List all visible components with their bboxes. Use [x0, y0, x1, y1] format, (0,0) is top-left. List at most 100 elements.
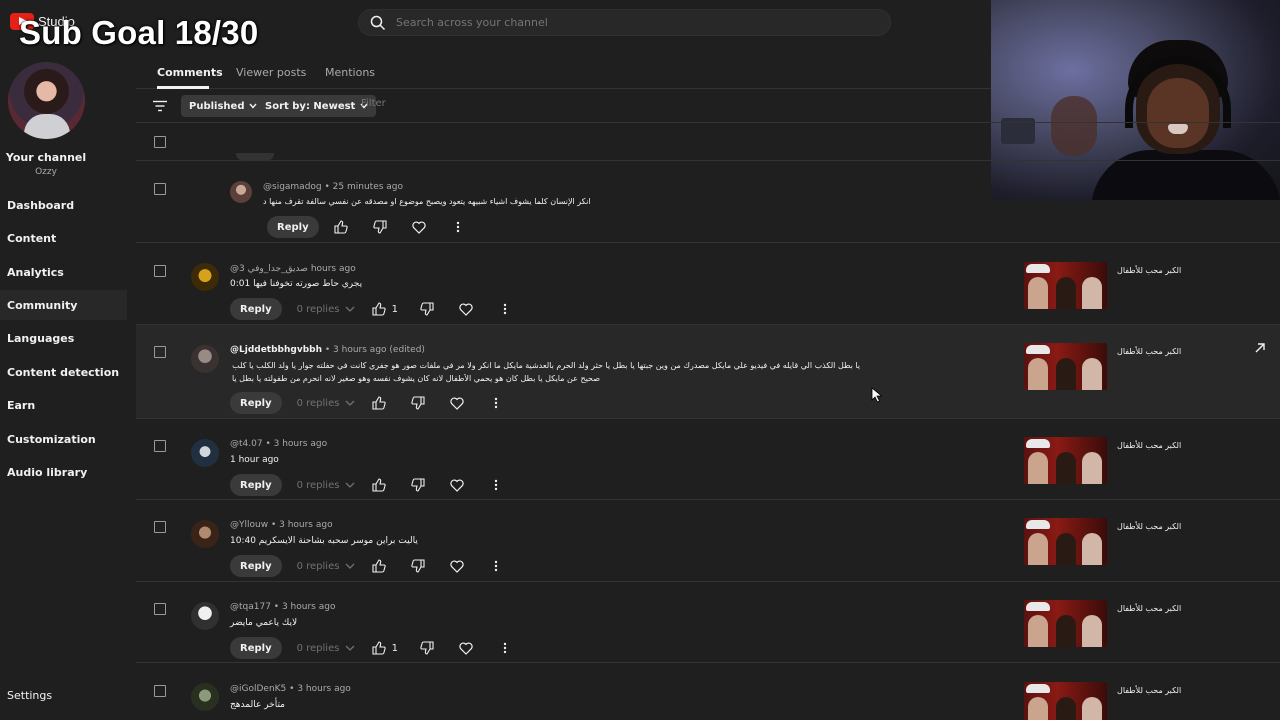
comment-checkbox[interactable]: [154, 183, 166, 195]
reply-button[interactable]: Reply: [230, 637, 282, 659]
heart-icon[interactable]: [446, 392, 468, 414]
more-vert-icon[interactable]: [494, 298, 516, 320]
comment-checkbox[interactable]: [154, 265, 166, 277]
sidebar-item-customization[interactable]: Customization: [0, 424, 127, 454]
tab-viewer-posts[interactable]: Viewer posts: [236, 66, 306, 79]
main-content: Comments Viewer posts Mentions Published…: [136, 48, 1280, 720]
comment-meta: @3 صديق_جدا_وفي hours ago: [230, 264, 356, 274]
commenter-avatar[interactable]: [191, 520, 219, 548]
commenter-avatar[interactable]: [191, 263, 219, 291]
sidebar-item-dashboard[interactable]: Dashboard: [0, 190, 127, 220]
open-external-icon[interactable]: [1254, 342, 1266, 354]
sidebar-item-audio-library[interactable]: Audio library: [0, 457, 127, 487]
heart-icon[interactable]: [455, 298, 477, 320]
reply-button[interactable]: Reply: [230, 555, 282, 577]
commenter-avatar[interactable]: [230, 181, 252, 203]
sidebar-item-earn[interactable]: Earn: [0, 390, 127, 420]
like-count: 1: [391, 642, 398, 654]
like-count: 1: [391, 303, 398, 315]
sidebar-item-languages[interactable]: Languages: [0, 323, 127, 353]
video-thumbnail[interactable]: [1024, 518, 1107, 565]
comment-checkbox[interactable]: [154, 685, 166, 697]
video-title[interactable]: الكبر محب للأطفال: [1117, 347, 1181, 356]
sidebar-item-settings[interactable]: Settings: [0, 680, 127, 710]
sidebar-item-content[interactable]: Content: [0, 223, 127, 253]
reply-button[interactable]: Reply: [267, 216, 319, 238]
video-thumbnail[interactable]: [1024, 262, 1107, 309]
comment-author[interactable]: @sigamadog: [263, 182, 322, 192]
commenter-avatar[interactable]: [191, 683, 219, 711]
replies-toggle[interactable]: 0 replies: [297, 304, 359, 315]
chevron-down-icon: [345, 482, 355, 488]
thumb-down-icon[interactable]: [407, 392, 429, 414]
video-thumbnail[interactable]: [1024, 437, 1107, 484]
heart-icon[interactable]: [455, 637, 477, 659]
filter-icon[interactable]: [153, 100, 167, 112]
comment-checkbox[interactable]: [154, 521, 166, 533]
thumb-up-icon[interactable]: [368, 298, 390, 320]
thumb-up-icon[interactable]: [368, 637, 390, 659]
reply-button[interactable]: Reply: [230, 392, 282, 414]
more-vert-icon[interactable]: [494, 637, 516, 659]
thumb-up-icon[interactable]: [368, 555, 390, 577]
reply-button[interactable]: Reply: [230, 474, 282, 496]
comment-actions: Reply 0 replies: [230, 473, 507, 497]
sidebar-item-content-detection[interactable]: Content detection: [0, 357, 127, 387]
replies-toggle[interactable]: 0 replies: [297, 480, 359, 491]
video-thumbnail[interactable]: [1024, 600, 1107, 647]
replies-toggle[interactable]: 0 replies: [297, 643, 359, 654]
video-thumbnail[interactable]: [1024, 682, 1107, 720]
thumb-up-icon[interactable]: [330, 216, 352, 238]
comment-author[interactable]: @Yllouw: [230, 520, 268, 530]
commenter-avatar[interactable]: [191, 345, 219, 373]
comment-text-line-2: صحيح عن مايكل يا بطل كان هو يحمي الأطفال…: [230, 374, 600, 383]
sidebar: Your channel Ozzy Dashboard Content Anal…: [0, 48, 135, 720]
reply-button[interactable]: Reply: [230, 298, 282, 320]
channel-avatar[interactable]: [8, 62, 85, 139]
search-bar[interactable]: [358, 9, 891, 36]
sidebar-item-community[interactable]: Community: [0, 290, 127, 320]
more-vert-icon[interactable]: [447, 216, 469, 238]
comment-checkbox[interactable]: [154, 346, 166, 358]
thumb-down-icon[interactable]: [416, 298, 438, 320]
video-title[interactable]: الكبر محب للأطفال: [1117, 522, 1181, 531]
commenter-avatar[interactable]: [191, 602, 219, 630]
channel-title: Your channel: [5, 151, 87, 164]
heart-icon[interactable]: [408, 216, 430, 238]
select-all-checkbox[interactable]: [154, 136, 166, 148]
published-filter-chip[interactable]: Published: [181, 95, 266, 117]
more-vert-icon[interactable]: [485, 555, 507, 577]
comment-checkbox[interactable]: [154, 440, 166, 452]
video-title[interactable]: الكبر محب للأطفال: [1117, 266, 1181, 275]
search-input[interactable]: [396, 16, 836, 29]
heart-icon[interactable]: [446, 474, 468, 496]
comment-author[interactable]: @t4.07: [230, 439, 263, 449]
comment-author[interactable]: @tqa177: [230, 602, 271, 612]
thumb-down-icon[interactable]: [369, 216, 391, 238]
tab-mentions[interactable]: Mentions: [325, 66, 375, 79]
video-thumbnail[interactable]: [1024, 343, 1107, 390]
comment-checkbox[interactable]: [154, 603, 166, 615]
thumb-up-icon[interactable]: [368, 474, 390, 496]
thumb-up-icon[interactable]: [368, 392, 390, 414]
sort-dropdown-chip[interactable]: Sort by: Newest: [257, 95, 377, 117]
comment-author[interactable]: @iGolDenK5: [230, 684, 286, 694]
thumb-down-icon[interactable]: [416, 637, 438, 659]
comment-author[interactable]: @3: [230, 264, 245, 274]
comment-author[interactable]: @Ljddetbbhgvbbh: [230, 345, 322, 355]
video-title[interactable]: الكبر محب للأطفال: [1117, 686, 1181, 695]
commenter-avatar[interactable]: [191, 439, 219, 467]
thumb-down-icon[interactable]: [407, 474, 429, 496]
stream-overlay-sub-goal: Sub Goal 18/30: [19, 14, 259, 51]
more-vert-icon[interactable]: [485, 474, 507, 496]
sidebar-item-analytics[interactable]: Analytics: [0, 257, 127, 287]
thumb-down-icon[interactable]: [407, 555, 429, 577]
video-title[interactable]: الكبر محب للأطفال: [1117, 604, 1181, 613]
tab-comments[interactable]: Comments: [157, 66, 223, 79]
video-title[interactable]: الكبر محب للأطفال: [1117, 441, 1181, 450]
heart-icon[interactable]: [446, 555, 468, 577]
more-vert-icon[interactable]: [485, 392, 507, 414]
replies-toggle[interactable]: 0 replies: [297, 561, 359, 572]
replies-toggle[interactable]: 0 replies: [297, 398, 359, 409]
filter-input[interactable]: [361, 98, 561, 109]
